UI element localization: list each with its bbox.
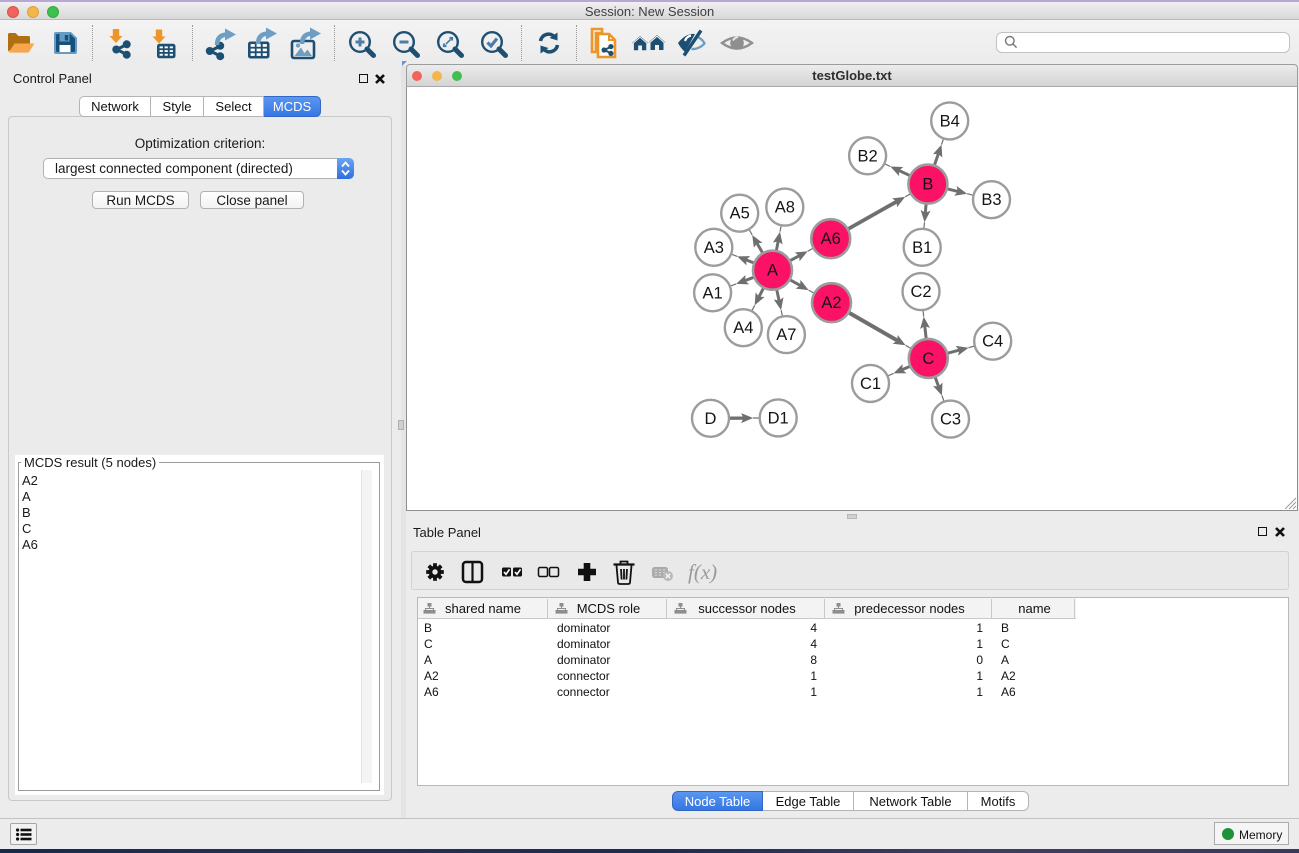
svg-text:C2: C2 (910, 283, 931, 301)
svg-text:B2: B2 (858, 147, 878, 165)
svg-text:B1: B1 (912, 239, 932, 257)
svg-text:A5: A5 (730, 205, 750, 223)
svg-text:D: D (705, 410, 717, 428)
svg-text:A: A (767, 262, 778, 280)
svg-text:C4: C4 (982, 333, 1003, 351)
svg-text:A4: A4 (733, 319, 753, 337)
svg-text:A6: A6 (821, 230, 841, 248)
svg-text:C1: C1 (860, 375, 881, 393)
svg-text:A1: A1 (703, 284, 723, 302)
svg-text:A8: A8 (775, 199, 795, 217)
svg-text:B3: B3 (981, 191, 1001, 209)
svg-text:B4: B4 (940, 112, 960, 130)
svg-text:A7: A7 (776, 326, 796, 344)
svg-text:A2: A2 (821, 294, 841, 312)
svg-text:C3: C3 (940, 411, 961, 429)
svg-text:A3: A3 (704, 239, 724, 257)
svg-text:B: B (922, 176, 933, 194)
svg-text:f(x): f(x) (688, 560, 717, 584)
svg-text:C: C (922, 350, 934, 368)
svg-text:D1: D1 (768, 409, 789, 427)
